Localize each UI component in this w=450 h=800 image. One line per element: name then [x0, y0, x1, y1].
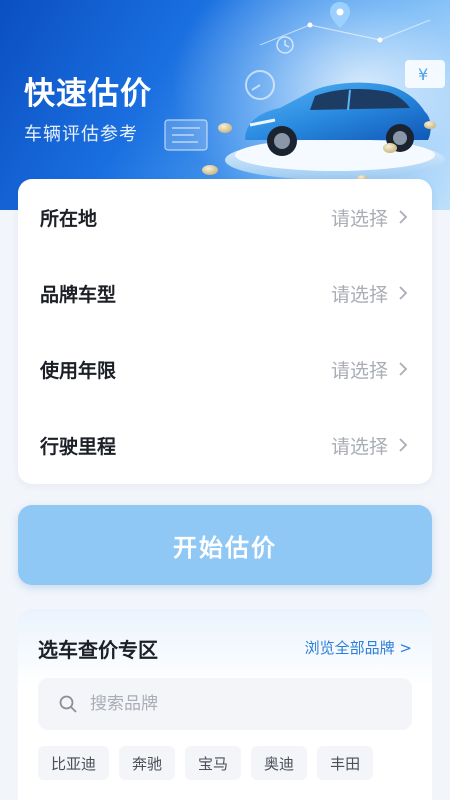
page-title: 快速估价: [24, 76, 152, 112]
browse-all-brands-link[interactable]: 浏览全部品牌 >: [305, 637, 412, 658]
row-label: 品牌车型: [40, 283, 117, 306]
chevron-right-icon: [399, 210, 408, 224]
section-title: 选车查价专区: [38, 638, 158, 662]
location-pin-icon: [330, 2, 350, 28]
brand-chip[interactable]: 比亚迪: [38, 746, 110, 780]
start-valuation-button[interactable]: 开始估价: [18, 505, 432, 585]
document-icon: [164, 119, 208, 151]
row-label: 所在地: [40, 207, 98, 230]
clock-icon: [276, 36, 294, 54]
row-value: 请选择: [330, 359, 388, 382]
brand-search-box[interactable]: [38, 678, 412, 730]
brand-section: 选车查价专区 浏览全部品牌 > 比亚迪 奔驰 宝马 奥迪 丰田: [18, 609, 432, 800]
gauge-icon: [245, 70, 275, 100]
row-value: 请选择: [330, 207, 388, 230]
row-value: 请选择: [330, 435, 388, 458]
brand-chip-list: 比亚迪 奔驰 宝马 奥迪 丰田: [38, 746, 383, 780]
row-years-used[interactable]: 使用年限 请选择: [18, 331, 432, 407]
yen-card-icon: ¥: [405, 60, 445, 88]
row-mileage[interactable]: 行驶里程 请选择: [18, 407, 432, 483]
row-label: 行驶里程: [40, 435, 117, 458]
row-location[interactable]: 所在地 请选择: [18, 179, 432, 255]
brand-search-input[interactable]: [90, 694, 390, 714]
search-icon: [59, 695, 77, 713]
chevron-right-icon: [399, 438, 408, 452]
svg-text:¥: ¥: [418, 65, 428, 84]
brand-chip[interactable]: 宝马: [185, 746, 242, 780]
valuation-form: 所在地 请选择 品牌车型 请选择 使用年限 请选择 行驶里程 请选择: [18, 179, 432, 484]
row-brand-model[interactable]: 品牌车型 请选择: [18, 255, 432, 331]
row-label: 使用年限: [40, 359, 117, 382]
row-value: 请选择: [330, 283, 388, 306]
brand-chip[interactable]: 奔驰: [119, 746, 176, 780]
brand-chip[interactable]: 奥迪: [251, 746, 308, 780]
chevron-right-icon: [399, 286, 408, 300]
chevron-right-icon: [399, 362, 408, 376]
brand-chip[interactable]: 丰田: [317, 746, 374, 780]
page-subtitle: 车辆评估参考: [24, 124, 138, 145]
